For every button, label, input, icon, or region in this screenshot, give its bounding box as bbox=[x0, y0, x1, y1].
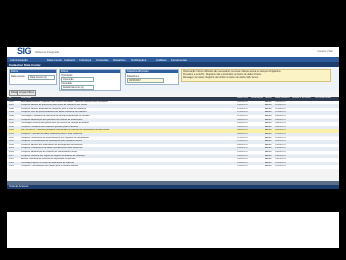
filter-box-operation: Filtros Operação Operação Consultar Rela… bbox=[59, 69, 121, 91]
date-input[interactable]: 20/03/2017 bbox=[127, 78, 164, 84]
table-cell: 12/03/2017 bbox=[237, 165, 248, 168]
filter-box-datacenter: Filtros Data Center Data Center (A) bbox=[9, 69, 57, 85]
brand-name: Sistema Integrado bbox=[35, 50, 60, 54]
footer-label: Total de Acessos bbox=[9, 185, 29, 188]
blank-panel bbox=[7, 212, 339, 248]
top-header: SIG Sistema Integrado Usuário | Sair bbox=[7, 47, 339, 57]
filter-box-header: Filtros bbox=[60, 70, 120, 74]
app-logo: SIG bbox=[17, 47, 32, 56]
table-cell: Aberto bbox=[265, 165, 272, 168]
table-cell: 5024 bbox=[9, 165, 14, 168]
datacenter-select[interactable]: Data Center (A) bbox=[28, 74, 55, 80]
footer-bar: Total de Acessos bbox=[7, 185, 339, 189]
table-row[interactable]: 5024 Pesquisa: Consolidação dos dados par… bbox=[7, 165, 339, 169]
filter-box-header: Filtros bbox=[10, 70, 56, 74]
table-cell: Pesquisa: Consolidação dos dados para o … bbox=[21, 165, 79, 168]
filter-panel: Filtros Data Center Data Center (A) Filt… bbox=[7, 67, 339, 93]
filter-box-date: Data/Hora/Período Data/Hora 20/03/2017 bbox=[125, 69, 179, 85]
table-cell: 12/03/2017 bbox=[275, 165, 286, 168]
notice-box: Observação: Filtros utilizados são neces… bbox=[181, 69, 331, 82]
user-links[interactable]: Usuário | Sair bbox=[317, 50, 333, 53]
notice-line: Mensagem de status: Registro não obtido … bbox=[183, 77, 259, 79]
app-window: SIG Sistema Integrado Usuário | Sair Adm… bbox=[7, 47, 339, 189]
relationship-select[interactable]: Relacionamento (L) bbox=[61, 84, 94, 90]
clear-filters-button[interactable]: Limpar Filtros bbox=[17, 90, 37, 96]
filter-label: Data Center bbox=[11, 75, 25, 78]
filter-box-header: Data/Hora/Período bbox=[126, 70, 178, 74]
